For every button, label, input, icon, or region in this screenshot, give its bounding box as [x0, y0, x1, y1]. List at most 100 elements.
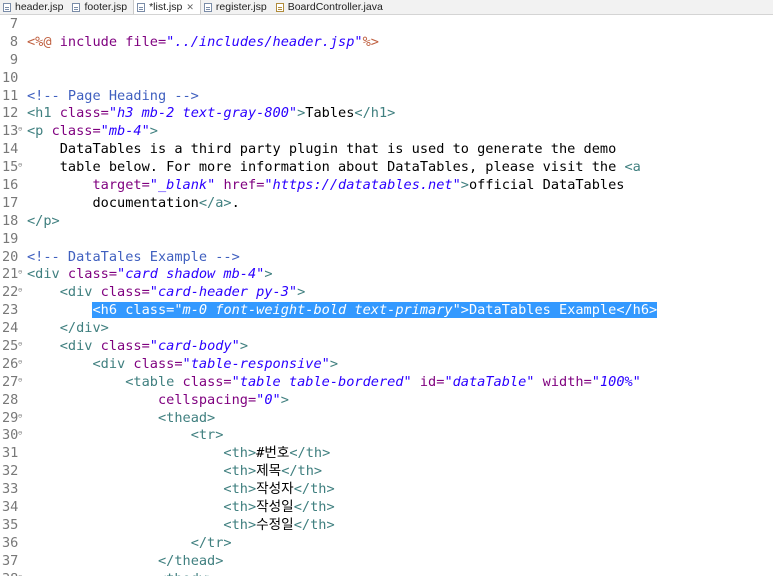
code-line[interactable]: 23 <h6 class="m-0 font-weight-bold text-…	[0, 302, 773, 320]
code-line[interactable]: 31 <th>#번호</th>	[0, 445, 773, 463]
code-content: <h6 class="m-0 font-weight-bold text-pri…	[27, 302, 658, 319]
code-line[interactable]: 28 cellspacing="0">	[0, 392, 773, 410]
code-token: official DataTables	[468, 177, 625, 194]
fold-toggle-icon[interactable]: ⊖	[18, 356, 27, 368]
code-content: table below. For more information about …	[27, 159, 641, 175]
code-line[interactable]: 35 <th>수정일</th>	[0, 517, 773, 535]
jsp-file-icon	[203, 2, 212, 12]
code-token: <table	[125, 373, 183, 390]
code-content: <th>작성자</th>	[27, 481, 334, 498]
code-token: 작성자	[256, 481, 294, 498]
code-line[interactable]: 25⊖ <div class="card-body">	[0, 338, 773, 356]
code-token: <a	[624, 159, 641, 176]
code-token: <div	[59, 284, 101, 301]
fold-toggle-icon[interactable]: ⊖	[18, 123, 27, 135]
editor-tab[interactable]: footer.jsp	[69, 0, 133, 14]
code-token: >	[239, 338, 248, 355]
code-line[interactable]: 18 </p>	[0, 213, 773, 231]
code-line[interactable]: 37 </thead>	[0, 553, 773, 571]
code-token: "100%"	[591, 373, 641, 390]
editor-tab[interactable]: *list.jsp ✕	[133, 0, 201, 14]
code-line[interactable]: 17 documentation</a>.	[0, 195, 773, 213]
fold-toggle-icon[interactable]: ⊖	[18, 374, 27, 386]
line-number: 14	[2, 141, 19, 158]
code-token: <th>	[223, 445, 257, 462]
code-line[interactable]: 22⊖ <div class="card-header py-3">	[0, 284, 773, 302]
code-line[interactable]: 14 DataTables is a third party plugin th…	[0, 141, 773, 159]
code-line[interactable]: 32 <th>제목</th>	[0, 463, 773, 481]
code-token: class=	[182, 373, 232, 390]
code-token: </th>	[289, 445, 331, 462]
code-token: <!-- DataTales Example -->	[27, 248, 240, 265]
code-token: #번호	[256, 445, 290, 462]
line-number: 21	[2, 266, 19, 283]
code-token: </p>	[27, 212, 60, 229]
fold-toggle-icon[interactable]: ⊖	[18, 159, 27, 171]
code-token: <th>	[223, 516, 257, 533]
code-line[interactable]: 34 <th>작성일</th>	[0, 499, 773, 517]
code-token: "h3 mb-2 text-gray-800"	[108, 105, 298, 122]
code-line[interactable]: 12 <h1 class="h3 mb-2 text-gray-800">Tabl…	[0, 105, 773, 123]
code-token: >	[149, 123, 158, 140]
code-line[interactable]: 7	[0, 16, 773, 34]
code-line[interactable]: 30⊖ <tr>	[0, 427, 773, 445]
code-line[interactable]: 15⊖ table below. For more information ab…	[0, 159, 773, 177]
code-token: "card-body"	[149, 338, 240, 355]
code-line[interactable]: 19	[0, 231, 773, 249]
code-line[interactable]: 10	[0, 70, 773, 88]
code-line[interactable]: 21⊖ <div class="card shadow mb-4">	[0, 266, 773, 284]
editor-tab[interactable]: register.jsp	[201, 0, 273, 14]
code-line[interactable]: 27⊖ <table class="table table-bordered" …	[0, 374, 773, 392]
code-editor[interactable]: 7 8 <%@ include file="../includes/header.j…	[0, 16, 773, 576]
line-number: 19	[2, 230, 19, 247]
fold-toggle-icon[interactable]: ⊖	[18, 266, 27, 278]
code-line[interactable]: 9	[0, 52, 773, 70]
line-number: 13	[2, 123, 19, 140]
line-number: 11	[2, 87, 19, 104]
code-content: documentation</a>.	[27, 194, 239, 211]
editor-tab[interactable]: BoardController.java	[273, 0, 389, 14]
code-content: <th>작성일</th>	[27, 499, 334, 515]
fold-toggle-icon[interactable]: ⊖	[18, 338, 27, 350]
code-token: documentation	[27, 194, 199, 211]
code-content: <th>#번호</th>	[27, 445, 330, 461]
code-line[interactable]: 11 <!-- Page Heading -->	[0, 88, 773, 106]
code-content: <thead>	[27, 410, 215, 426]
code-token: "m-0 font-weight-bold text-primary"	[174, 302, 461, 319]
close-tab-icon[interactable]: ✕	[186, 2, 194, 13]
code-line[interactable]: 13⊖ <p class="mb-4">	[0, 123, 773, 141]
editor-tab[interactable]: header.jsp	[0, 0, 69, 14]
fold-toggle-icon[interactable]: ⊖	[18, 284, 27, 296]
line-number: 20	[2, 248, 19, 265]
code-token: "_blank"	[149, 177, 216, 194]
fold-toggle-icon[interactable]: ⊖	[18, 410, 27, 422]
code-token: </div>	[59, 320, 109, 337]
line-number: 18	[2, 212, 19, 229]
code-line[interactable]: 29⊖ <thead>	[0, 410, 773, 428]
fold-toggle-icon[interactable]: ⊖	[18, 427, 27, 439]
code-token: include	[59, 33, 126, 50]
code-line[interactable]: 8 <%@ include file="../includes/header.js…	[0, 34, 773, 52]
code-token: </th>	[293, 516, 335, 533]
code-line[interactable]: 26⊖ <div class="table-responsive">	[0, 356, 773, 374]
code-line[interactable]: 33 <th>작성자</th>	[0, 481, 773, 499]
code-content: </tr>	[27, 535, 232, 551]
code-content: target="_blank" href="https://datatables…	[27, 177, 624, 193]
code-line[interactable]: 20 <!-- DataTales Example -->	[0, 249, 773, 267]
code-line[interactable]: 24 </div>	[0, 320, 773, 338]
code-line[interactable]: 36 </tr>	[0, 535, 773, 553]
line-number: 8	[9, 33, 18, 50]
code-line[interactable]: 16 target="_blank" href="https://datatab…	[0, 177, 773, 195]
code-token: id=	[419, 373, 445, 390]
code-token: file=	[125, 33, 167, 50]
code-line[interactable]: 38⊖ <tbody>	[0, 571, 773, 576]
fold-toggle-icon[interactable]: ⊖	[18, 571, 27, 576]
line-number: 36	[2, 534, 19, 551]
